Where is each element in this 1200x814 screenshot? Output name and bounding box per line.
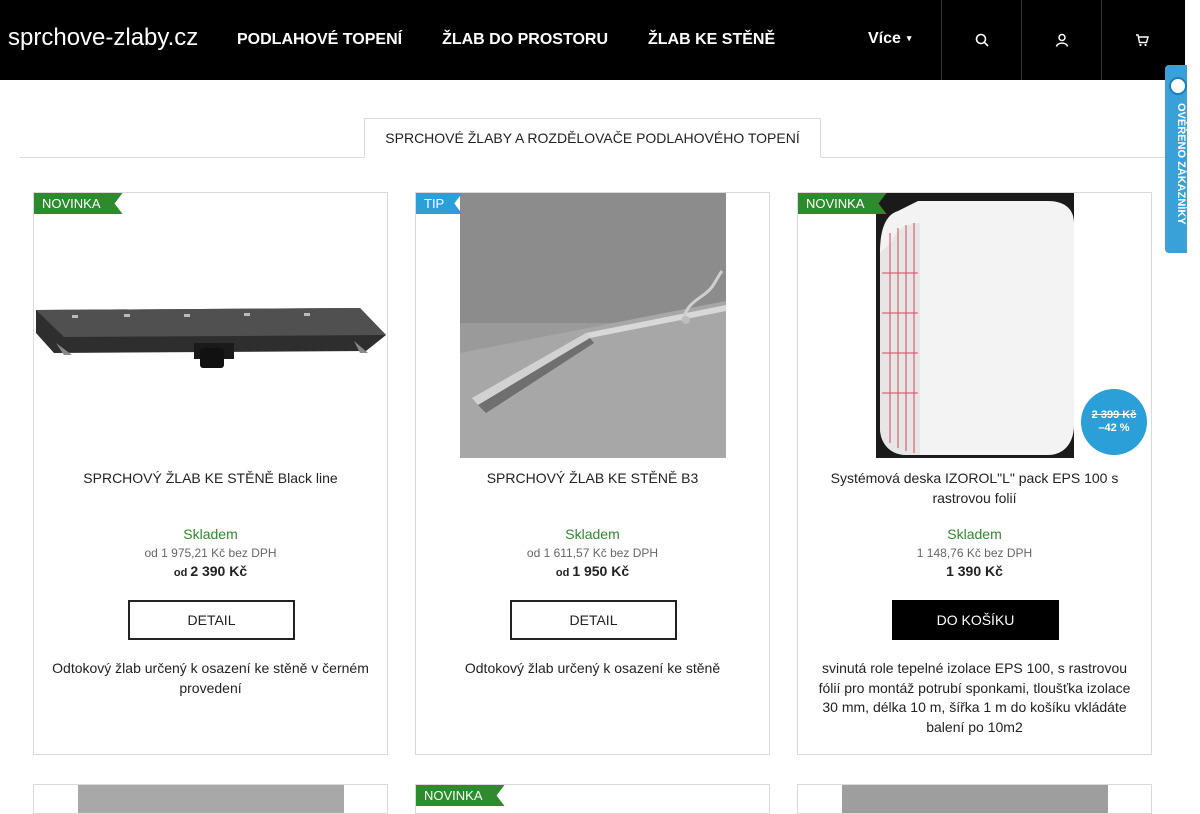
flag-new: NOVINKA <box>798 193 887 214</box>
discount-percent: –42 % <box>1098 422 1130 434</box>
discount-badge: 2 399 Kč –42 % <box>1081 389 1147 455</box>
flag-new: NOVINKA <box>416 785 505 806</box>
main-nav: PODLAHOVÉ TOPENÍ ŽLAB DO PROSTORU ŽLAB K… <box>237 0 815 80</box>
add-to-cart-button[interactable]: DO KOŠÍKU <box>892 600 1059 640</box>
nav-item-zlab-ke-stene[interactable]: ŽLAB KE STĚNĚ <box>648 31 775 49</box>
cart-icon <box>1135 34 1149 47</box>
search-button[interactable] <box>941 0 1021 80</box>
detail-button[interactable]: DETAIL <box>128 600 295 640</box>
stock-status: Skladem <box>947 526 1002 542</box>
price-prefix: od <box>555 567 570 579</box>
nav-more-label: Více <box>868 30 901 47</box>
badge-text: OVĚŘENO ZÁKAZNÍKY <box>1175 103 1187 225</box>
product-image[interactable] <box>34 193 387 458</box>
stock-status: Skladem <box>565 526 620 542</box>
price-prefix: od <box>173 567 188 579</box>
product-price: 1 390 Kč <box>798 563 1151 579</box>
search-icon <box>975 33 989 47</box>
price-without-vat: od 1 611,57 Kč bez DPH <box>526 546 659 560</box>
nav-item-podlahove-topeni[interactable]: PODLAHOVÉ TOPENÍ <box>237 31 402 49</box>
tab-products[interactable]: SPRCHOVÉ ŽLABY A ROZDĚLOVAČE PODLAHOVÉHO… <box>364 118 821 158</box>
product-title[interactable]: SPRCHOVÝ ŽLAB KE STĚNĚ Black line <box>46 468 375 488</box>
product-description: svinutá role tepelné izolace EPS 100, s … <box>818 660 1131 735</box>
price-without-vat: od 1 975,21 Kč bez DPH <box>144 546 277 560</box>
product-card-partial: NOVINKA <box>415 784 770 814</box>
price-value: 2 390 Kč <box>190 563 248 579</box>
price-value: 1 950 Kč <box>572 563 630 579</box>
site-logo[interactable]: sprchove-zlaby.cz <box>8 24 198 52</box>
site-header: sprchove-zlaby.cz PODLAHOVÉ TOPENÍ ŽLAB … <box>0 0 1185 80</box>
product-title[interactable]: SPRCHOVÝ ŽLAB KE STĚNĚ B3 <box>428 468 757 488</box>
detail-button[interactable]: DETAIL <box>510 600 677 640</box>
flag-new: NOVINKA <box>34 193 123 214</box>
verified-by-customers-badge[interactable]: OVĚŘENO ZÁKAZNÍKY <box>1165 65 1187 253</box>
product-image[interactable] <box>416 193 769 458</box>
product-card: NOVINKA SPRCHOVÝ ŽLAB KE STĚNĚ Black lin… <box>33 192 388 755</box>
nav-more-dropdown[interactable]: Více ▾ <box>868 30 911 48</box>
product-card: NOVINKA 2 399 Kč –42 % Systémová deska I… <box>797 192 1152 755</box>
product-description: Odtokový žlab určený k osazení ke stěně … <box>52 660 369 696</box>
product-card-partial <box>33 784 388 814</box>
chevron-down-icon: ▾ <box>906 33 912 44</box>
login-button[interactable] <box>1021 0 1101 80</box>
product-card: TIP SPRCHOVÝ ŽLAB KE STĚNĚ B3 Skladem od… <box>415 192 770 755</box>
product-title[interactable]: Systémová deska IZOROL"L" pack EPS 100 s… <box>810 468 1139 508</box>
product-description: Odtokový žlab určený k osazení ke stěně <box>464 660 721 676</box>
user-icon <box>1055 33 1068 47</box>
product-card-partial <box>797 784 1152 814</box>
product-price: od 2 390 Kč <box>34 563 387 579</box>
product-price: od 1 950 Kč <box>416 563 769 579</box>
seal-icon <box>1169 77 1187 95</box>
nav-item-zlab-do-prostoru[interactable]: ŽLAB DO PROSTORU <box>442 31 608 49</box>
price-without-vat: 1 148,76 Kč bez DPH <box>916 546 1033 560</box>
old-price: 2 399 Kč <box>1091 409 1137 421</box>
stock-status: Skladem <box>183 526 238 542</box>
price-value: 1 390 Kč <box>946 563 1003 579</box>
